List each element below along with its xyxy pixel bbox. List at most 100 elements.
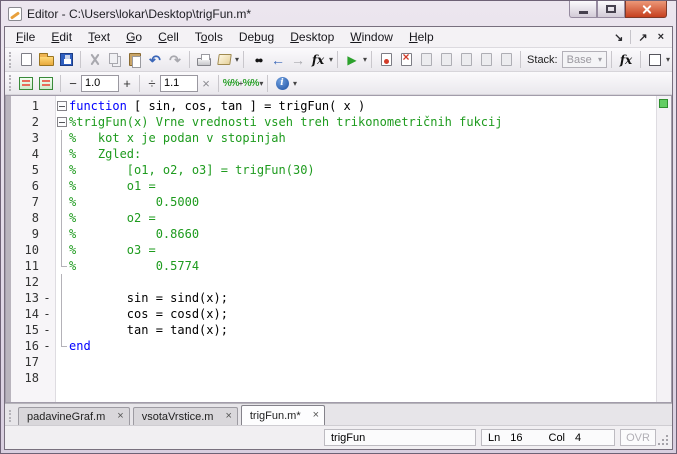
tabbar-grip[interactable] <box>9 410 12 422</box>
divide-value-button[interactable]: ÷ <box>144 76 160 91</box>
code-line[interactable]: 18 <box>11 370 656 386</box>
paste-button[interactable] <box>125 49 145 70</box>
toolbar-grip[interactable] <box>9 75 12 91</box>
menu-cell[interactable]: Cell <box>150 29 187 45</box>
multiply-value-button[interactable]: × <box>198 76 214 91</box>
code-line[interactable]: 8 % o2 = <box>11 210 656 226</box>
save-button[interactable] <box>56 49 76 70</box>
function-hints-button[interactable]: fx <box>616 49 636 70</box>
factor-step-field[interactable] <box>160 74 198 92</box>
resize-grip[interactable] <box>666 443 668 445</box>
menu-bar: File Edit Text Go Cell Tools Debug Desktop Windo… <box>5 27 672 48</box>
title-bar[interactable]: Editor - C:\Users\lokar\Desktop\trigFun.… <box>4 1 673 26</box>
menu-debug[interactable]: Debug <box>231 29 282 45</box>
function-browser-button[interactable]: fx <box>308 49 328 70</box>
publish-button[interactable] <box>214 49 234 70</box>
code-line[interactable]: 7 % 0.5000 <box>11 194 656 210</box>
copy-button[interactable] <box>105 49 125 70</box>
undock-icon[interactable]: ↗ <box>633 31 652 44</box>
code-line[interactable]: 15- tan = tand(x); <box>11 322 656 338</box>
code-line[interactable]: 9 % 0.8660 <box>11 226 656 242</box>
code-line[interactable]: 10 % o3 = <box>11 242 656 258</box>
tab-trigfun-m-[interactable]: trigFun.m* × <box>240 405 326 425</box>
tab-close-icon[interactable]: × <box>225 411 231 422</box>
code-line[interactable]: 12 <box>11 274 656 290</box>
tab-padavinegraf-m[interactable]: padavineGraf.m × <box>18 407 130 425</box>
lint-ok-indicator[interactable] <box>659 99 668 108</box>
line-number: 3 <box>31 131 39 145</box>
tab-vsotavrstice-m[interactable]: vsotaVrstice.m × <box>132 407 238 425</box>
menu-desktop[interactable]: Desktop <box>282 29 342 45</box>
decrement-value-button[interactable]: − <box>65 76 81 91</box>
increment-value-button[interactable]: + <box>119 76 135 91</box>
back-arrow-icon: ← <box>271 51 286 68</box>
insert-cell-divider-button[interactable]: %% + <box>223 73 243 94</box>
new-file-button[interactable] <box>16 49 36 70</box>
print-button[interactable] <box>194 49 214 70</box>
help-button[interactable]: i <box>272 73 292 94</box>
code-line[interactable]: 16- end <box>11 338 656 354</box>
tab-close-icon[interactable]: × <box>313 410 319 421</box>
exec-line-marker: - <box>43 339 51 353</box>
message-indicator-bar[interactable] <box>656 96 671 402</box>
dock-icon[interactable]: ↘ <box>609 31 628 44</box>
maximize-button[interactable] <box>597 1 625 18</box>
cell-divider-icon: %% <box>222 77 240 89</box>
code-line[interactable]: 6 % o1 = <box>11 178 656 194</box>
menu-tools[interactable]: Tools <box>187 29 231 45</box>
fold-toggle-icon[interactable] <box>55 114 69 130</box>
cell-actions-button[interactable]: %% ▾ <box>242 73 264 94</box>
cut-button[interactable] <box>85 49 105 70</box>
code-area[interactable]: 1 function [ sin, cos, tan ] = trigFun( x… <box>11 96 656 402</box>
code-line[interactable]: 5 % [o1, o2, o3] = trigFun(30) <box>11 162 656 178</box>
code-line[interactable]: 17 <box>11 354 656 370</box>
menu-help[interactable]: Help <box>401 29 442 45</box>
menu-text[interactable]: Text <box>80 29 118 45</box>
continue-button[interactable] <box>476 49 496 70</box>
publish-dropdown-icon[interactable]: ▾ <box>235 55 239 64</box>
function-browser-dropdown-icon[interactable]: ▾ <box>329 55 333 64</box>
clear-breakpoints-button[interactable] <box>396 49 416 70</box>
menu-window[interactable]: Window <box>342 29 401 45</box>
fold-toggle-icon[interactable] <box>55 98 69 114</box>
step-in-button[interactable] <box>436 49 456 70</box>
menu-file[interactable]: File <box>8 29 43 45</box>
highlight-color-button[interactable] <box>645 49 665 70</box>
overwrite-mode-indicator[interactable]: OVR <box>620 429 656 446</box>
menu-go[interactable]: Go <box>118 29 150 45</box>
menu-edit[interactable]: Edit <box>43 29 80 45</box>
code-line[interactable]: 1 function [ sin, cos, tan ] = trigFun( x… <box>11 98 656 114</box>
close-button[interactable] <box>625 1 667 18</box>
evaluate-cell-advance-button[interactable] <box>36 73 56 94</box>
stack-select[interactable]: Base ▾ <box>561 51 607 68</box>
tab-close-icon[interactable]: × <box>117 411 123 422</box>
exit-debug-button[interactable] <box>496 49 516 70</box>
minimize-button[interactable] <box>569 1 597 18</box>
toolbar-grip[interactable] <box>9 51 12 68</box>
code-line[interactable]: 11 % 0.5774 <box>11 258 656 274</box>
evaluate-cell-button[interactable] <box>16 73 36 94</box>
find-button[interactable]: ●● <box>248 49 268 70</box>
set-breakpoint-button[interactable] <box>376 49 396 70</box>
code-line[interactable]: 4 % Zgled: <box>11 146 656 162</box>
step-out-button[interactable] <box>456 49 476 70</box>
run-dropdown-icon[interactable]: ▾ <box>363 55 367 64</box>
cell-actions-icon: %% <box>242 77 260 89</box>
open-file-button[interactable] <box>36 49 56 70</box>
go-forward-button[interactable]: → <box>288 49 308 70</box>
redo-button[interactable]: ↷ <box>165 49 185 70</box>
step-button[interactable] <box>416 49 436 70</box>
code-line[interactable]: 13- sin = sind(x); <box>11 290 656 306</box>
highlight-dropdown-icon[interactable]: ▾ <box>666 55 670 64</box>
value-step-field[interactable] <box>81 74 119 92</box>
panel-close-icon[interactable]: × <box>653 31 669 43</box>
go-back-button[interactable]: ← <box>268 49 288 70</box>
undo-button[interactable]: ↶ <box>145 49 165 70</box>
help-dropdown-icon[interactable]: ▾ <box>293 79 297 88</box>
fold-guide <box>55 242 69 258</box>
code-line[interactable]: 3 % kot x je podan v stopinjah <box>11 130 656 146</box>
separator <box>639 51 641 68</box>
code-line[interactable]: 2 %trigFun(x) Vrne vrednosti vseh treh tr… <box>11 114 656 130</box>
code-line[interactable]: 14- cos = cosd(x); <box>11 306 656 322</box>
run-button[interactable]: ▶ <box>342 49 362 70</box>
